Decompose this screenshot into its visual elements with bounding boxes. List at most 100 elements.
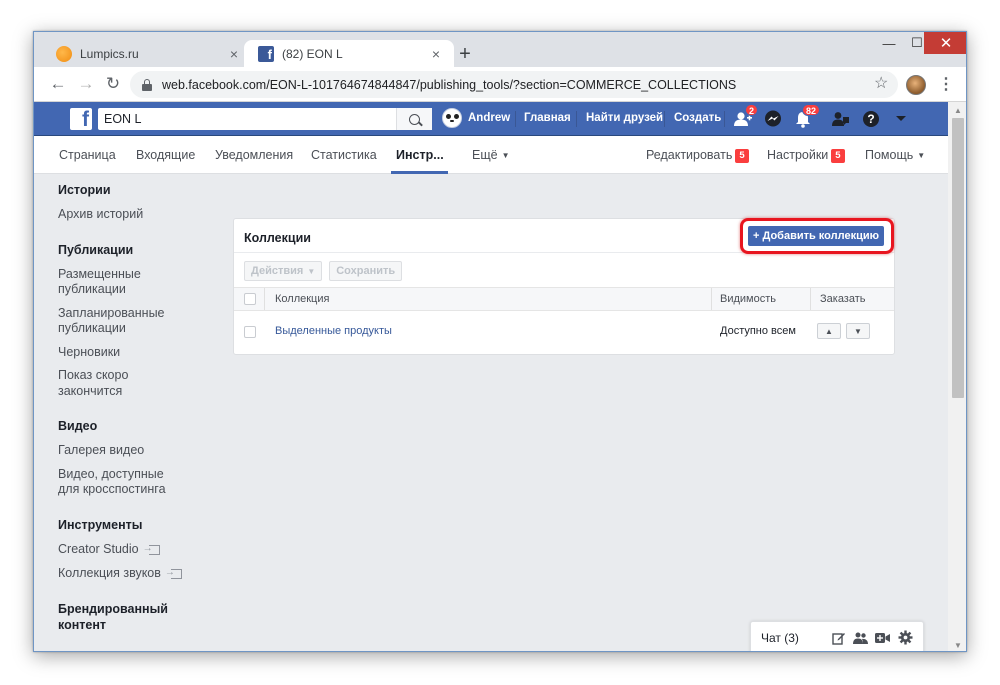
- help-label: Помощь: [865, 148, 914, 162]
- account-menu-caret-icon[interactable]: [891, 109, 911, 129]
- back-arrow-icon[interactable]: ←: [47, 73, 69, 95]
- new-tab-button[interactable]: +: [454, 43, 476, 65]
- column-divider: [711, 288, 712, 310]
- collection-name-link[interactable]: Выделенные продукты: [275, 325, 392, 337]
- quick-help-people-icon[interactable]: [831, 109, 851, 129]
- chat-dock: Чат (3): [750, 621, 924, 651]
- home-link[interactable]: Главная: [524, 112, 571, 124]
- url-text: web.facebook.com/EON-L-101764674844847/p…: [162, 77, 737, 92]
- messenger-icon[interactable]: [763, 109, 783, 129]
- sidebar-item-expiring-posts[interactable]: Показ скоро закончится: [58, 368, 148, 399]
- table-header: Коллекция Видимость Заказать: [234, 287, 894, 311]
- user-avatar: [442, 108, 462, 128]
- help-question-icon[interactable]: ?: [861, 109, 881, 129]
- scroll-up-arrow-icon[interactable]: ▲: [948, 102, 966, 118]
- tab-page[interactable]: Страница: [59, 136, 116, 174]
- move-up-button[interactable]: ▲: [817, 323, 841, 339]
- collection-visibility: Доступно всем: [720, 325, 796, 337]
- reload-icon[interactable]: ↻: [102, 73, 124, 95]
- address-bar[interactable]: web.facebook.com/EON-L-101764674844847/p…: [130, 71, 898, 98]
- sidebar-item-label: Показ скоро закончится: [58, 368, 129, 398]
- minimize-button[interactable]: —: [874, 32, 904, 54]
- scroll-down-arrow-icon[interactable]: ▼: [948, 637, 966, 651]
- tab-title: (82) EON L: [282, 47, 343, 61]
- user-name: Andrew: [468, 112, 511, 124]
- collections-title: Коллекции: [244, 231, 311, 245]
- sidebar-heading-videos: Видео: [58, 419, 98, 433]
- facebook-logo-icon[interactable]: f: [70, 108, 92, 130]
- page-viewport: f EON L Andrew Главная Найти друзей Созд…: [34, 102, 948, 651]
- forward-arrow-icon[interactable]: →: [75, 73, 97, 95]
- lock-icon: [142, 78, 152, 91]
- close-tab-icon[interactable]: ×: [226, 46, 242, 62]
- tab-publishing-tools[interactable]: Инстр...: [396, 136, 444, 174]
- row-checkbox[interactable]: [244, 326, 256, 338]
- browser-tab-facebook[interactable]: f (82) EON L ×: [244, 40, 454, 68]
- save-button: Сохранить: [329, 261, 403, 281]
- tab-more[interactable]: Ещё ▼: [472, 136, 510, 174]
- chat-label[interactable]: Чат (3): [761, 631, 799, 645]
- sidebar-item-published-posts[interactable]: Размещенные публикации: [58, 267, 153, 298]
- tab-title: Lumpics.ru: [80, 46, 139, 61]
- divider: [724, 111, 725, 127]
- kebab-menu-icon[interactable]: ⋮: [938, 74, 954, 94]
- search-input[interactable]: EON L: [98, 108, 432, 130]
- create-link[interactable]: Создать: [674, 112, 721, 124]
- sidebar-item-drafts[interactable]: Черновики: [58, 345, 213, 361]
- collections-toolbar: Действия ▼ Сохранить: [244, 261, 403, 281]
- page-tabs-bar: Страница Входящие Уведомления Статистика…: [34, 136, 948, 174]
- bookmark-star-icon[interactable]: ☆: [874, 73, 888, 93]
- vertical-scrollbar[interactable]: ▲ ▼: [948, 102, 966, 651]
- select-all-checkbox[interactable]: [244, 293, 256, 305]
- caret-down-icon: ▼: [307, 266, 316, 276]
- new-message-icon[interactable]: [831, 630, 846, 645]
- divider: [515, 111, 516, 127]
- create-group-icon[interactable]: [853, 630, 868, 645]
- active-tab-indicator: [391, 171, 448, 174]
- column-header-collection: Коллекция: [275, 293, 330, 305]
- browser-tab-lumpics[interactable]: Lumpics.ru ×: [42, 40, 252, 67]
- lumpics-favicon-icon: [56, 45, 72, 62]
- divider: [664, 111, 665, 127]
- browser-window: Lumpics.ru × f (82) EON L × + — ☐ ✕ ← → …: [33, 31, 967, 652]
- column-divider: [810, 288, 811, 310]
- help-link[interactable]: Помощь ▼: [865, 136, 925, 174]
- divider: [576, 111, 577, 127]
- sidebar-item-story-archive[interactable]: Архив историй: [58, 207, 213, 223]
- publishing-tools-sidebar: Истории Архив историй Публикации Размеще…: [58, 182, 213, 633]
- gear-icon[interactable]: [898, 630, 913, 645]
- profile-link[interactable]: Andrew: [442, 108, 510, 128]
- find-friends-link[interactable]: Найти друзей: [586, 112, 663, 124]
- sidebar-item-label: Черновики: [58, 344, 121, 359]
- add-collection-button[interactable]: + Добавить коллекцию: [748, 226, 884, 246]
- tab-inbox[interactable]: Входящие: [136, 136, 195, 174]
- scroll-thumb[interactable]: [952, 118, 964, 398]
- tab-insights[interactable]: Статистика: [311, 136, 377, 174]
- browser-toolbar: ← → ↻ web.facebook.com/EON-L-10176467484…: [34, 67, 966, 102]
- profile-avatar[interactable]: [906, 75, 926, 95]
- sidebar-item-label: Размещенные публикации: [58, 266, 141, 297]
- move-down-button[interactable]: ▼: [846, 323, 870, 339]
- column-header-order: Заказать: [820, 293, 866, 305]
- caret-down-icon: ▼: [917, 151, 926, 160]
- sidebar-item-scheduled-posts[interactable]: Запланированные публикации: [58, 306, 168, 337]
- column-divider: [264, 288, 265, 310]
- sidebar-heading-tools: Инструменты: [58, 517, 143, 532]
- sidebar-heading-branded-content: Брендированный контент: [58, 601, 168, 632]
- close-window-button[interactable]: ✕: [924, 32, 966, 54]
- settings-link[interactable]: Настройки 5: [767, 136, 845, 174]
- sidebar-item-label: Галерея видео: [58, 443, 145, 457]
- video-call-icon[interactable]: [875, 630, 890, 645]
- edit-page-link[interactable]: Редактировать 5: [646, 136, 749, 174]
- sidebar-item-sound-collection[interactable]: Коллекция звуков: [58, 565, 213, 582]
- close-tab-icon[interactable]: ×: [428, 46, 444, 62]
- search-button[interactable]: [396, 108, 432, 130]
- sidebar-item-creator-studio[interactable]: Creator Studio: [58, 541, 213, 558]
- facebook-top-bar: f EON L Andrew Главная Найти друзей Созд…: [34, 102, 948, 136]
- actions-dropdown-button: Действия ▼: [244, 261, 323, 281]
- tab-notifications[interactable]: Уведомления: [215, 136, 293, 174]
- friend-requests-badge: 2: [745, 104, 759, 116]
- sidebar-item-crosspostable-videos[interactable]: Видео, доступные для кросспостинга: [58, 467, 188, 498]
- edit-page-label: Редактировать: [646, 148, 733, 162]
- sidebar-item-video-library[interactable]: Галерея видео: [58, 443, 213, 459]
